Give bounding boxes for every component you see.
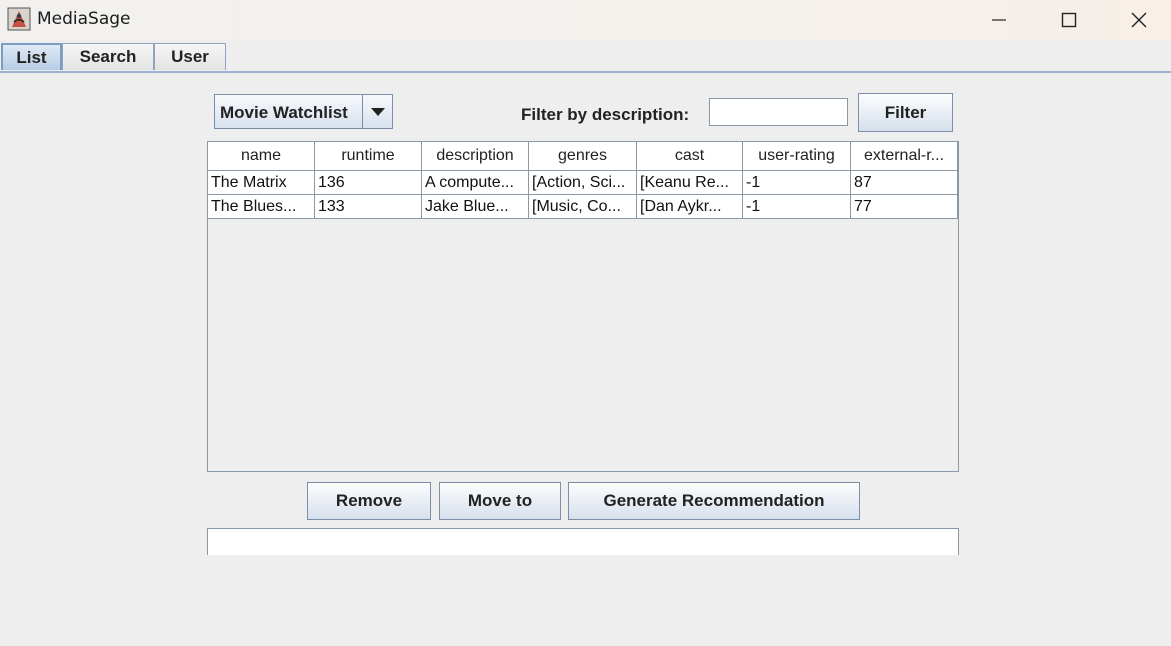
cell-name: The Blues... <box>208 195 315 219</box>
recommendation-output[interactable] <box>207 528 959 555</box>
minimize-icon <box>992 19 1006 21</box>
filter-button[interactable]: Filter <box>858 93 953 132</box>
cell-description: A compute... <box>422 171 529 195</box>
list-selector[interactable]: Movie Watchlist <box>214 94 393 129</box>
cell-description: Jake Blue... <box>422 195 529 219</box>
maximize-icon <box>1061 12 1077 28</box>
column-header-external-rating[interactable]: external-r... <box>851 142 958 171</box>
remove-button[interactable]: Remove <box>307 482 431 520</box>
tab-user[interactable]: User <box>154 43 226 70</box>
cell-user-rating: -1 <box>743 171 851 195</box>
cell-name: The Matrix <box>208 171 315 195</box>
cell-runtime: 133 <box>315 195 422 219</box>
tab-list[interactable]: List <box>1 43 62 70</box>
window-title: MediaSage <box>37 9 131 29</box>
filter-input[interactable] <box>709 98 848 126</box>
cell-runtime: 136 <box>315 171 422 195</box>
close-button[interactable] <box>1104 0 1171 40</box>
java-app-icon <box>7 7 31 31</box>
cell-user-rating: -1 <box>743 195 851 219</box>
cell-genres: [Music, Co... <box>529 195 637 219</box>
cell-external-rating: 87 <box>851 171 958 195</box>
media-table[interactable]: name runtime description genres cast use… <box>207 141 959 472</box>
maximize-button[interactable] <box>1034 0 1104 40</box>
filter-label: Filter by description: <box>521 105 690 124</box>
close-icon <box>1131 12 1147 28</box>
column-header-genres[interactable]: genres <box>529 142 637 171</box>
cell-external-rating: 77 <box>851 195 958 219</box>
column-header-user-rating[interactable]: user-rating <box>743 142 851 171</box>
column-header-name[interactable]: name <box>208 142 315 171</box>
list-selector-value: Movie Watchlist <box>220 103 348 122</box>
column-header-description[interactable]: description <box>422 142 529 171</box>
tab-divider <box>0 71 1171 73</box>
column-header-cast[interactable]: cast <box>637 142 743 171</box>
table-header: name runtime description genres cast use… <box>208 142 958 171</box>
cell-cast: [Keanu Re... <box>637 171 743 195</box>
generate-recommendation-button[interactable]: Generate Recommendation <box>568 482 860 520</box>
minimize-button[interactable] <box>964 0 1034 40</box>
cell-cast: [Dan Aykr... <box>637 195 743 219</box>
list-selector-arrow[interactable] <box>362 95 392 128</box>
chevron-down-icon <box>370 107 385 116</box>
cell-genres: [Action, Sci... <box>529 171 637 195</box>
table-row[interactable]: The Matrix 136 A compute... [Action, Sci… <box>208 171 958 195</box>
title-bar: MediaSage <box>0 0 1171 40</box>
column-header-runtime[interactable]: runtime <box>315 142 422 171</box>
tab-search[interactable]: Search <box>62 43 154 70</box>
move-to-button[interactable]: Move to <box>439 482 561 520</box>
table-row[interactable]: The Blues... 133 Jake Blue... [Music, Co… <box>208 195 958 219</box>
